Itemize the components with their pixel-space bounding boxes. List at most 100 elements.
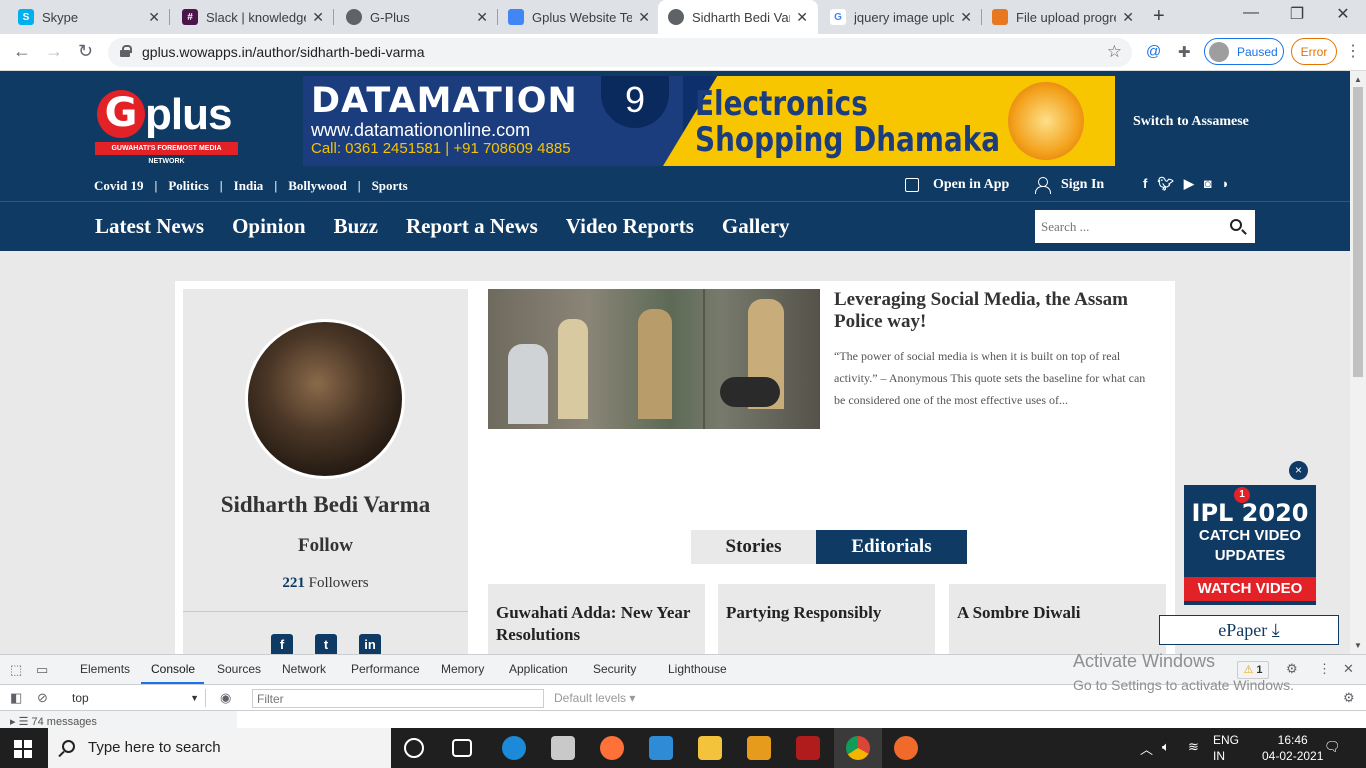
volume-icon[interactable]: 🔈︎ bbox=[1162, 739, 1170, 755]
story-card[interactable]: Partying Responsibly bbox=[718, 584, 935, 654]
system-clock[interactable]: 16:46 04-02-2021 bbox=[1262, 732, 1323, 764]
scrollbar-thumb[interactable] bbox=[1353, 87, 1363, 377]
error-button[interactable]: Error bbox=[1291, 38, 1337, 65]
taskbar-search[interactable]: Type here to search bbox=[48, 728, 391, 768]
devtools-tab-performance[interactable]: Performance bbox=[351, 662, 420, 676]
browser-tab-active[interactable]: Sidharth Bedi Varm ✕ bbox=[658, 0, 818, 34]
top-nav-india[interactable]: India bbox=[234, 178, 264, 194]
devtools-tab-security[interactable]: Security bbox=[593, 662, 636, 676]
devtools-tab-memory[interactable]: Memory bbox=[441, 662, 484, 676]
close-tab-icon[interactable]: ✕ bbox=[148, 9, 160, 26]
input-language[interactable]: ENG IN bbox=[1213, 732, 1239, 764]
sign-in-link[interactable]: Sign In bbox=[1035, 177, 1104, 194]
close-window-icon[interactable]: ✕ bbox=[1320, 4, 1366, 24]
new-tab-icon[interactable]: + bbox=[1153, 5, 1165, 28]
nav-opinion[interactable]: Opinion bbox=[232, 214, 306, 239]
scroll-up-icon[interactable]: ▲ bbox=[1354, 75, 1362, 84]
search-icon[interactable] bbox=[1230, 219, 1242, 231]
rss-icon[interactable]: ◗ bbox=[1222, 176, 1230, 192]
bookmark-star-icon[interactable]: ☆ bbox=[1107, 42, 1122, 62]
tray-chevron-icon[interactable]: ︿ bbox=[1140, 739, 1153, 758]
close-tab-icon[interactable]: ✕ bbox=[796, 9, 808, 26]
inspect-icon[interactable]: ⬚ bbox=[10, 662, 22, 678]
twitter-icon[interactable]: t bbox=[315, 634, 337, 654]
eye-icon[interactable]: ◉ bbox=[220, 690, 231, 706]
nav-latest-news[interactable]: Latest News bbox=[95, 214, 204, 239]
chrome-taskbar-item[interactable] bbox=[834, 728, 882, 768]
sidebar-toggle-icon[interactable]: ◧ bbox=[10, 690, 22, 706]
browser-tab[interactable]: # Slack | knowledge ✕ bbox=[172, 0, 334, 34]
profile-button[interactable]: Paused bbox=[1204, 38, 1284, 65]
devtools-tab-sources[interactable]: Sources bbox=[217, 662, 261, 676]
instagram-icon[interactable]: ◙ bbox=[1204, 176, 1212, 192]
wifi-icon[interactable]: ≋ bbox=[1188, 739, 1199, 755]
devtools-tab-network[interactable]: Network bbox=[282, 662, 326, 676]
filezilla-icon[interactable] bbox=[796, 736, 820, 760]
close-devtools-icon[interactable]: ✕ bbox=[1343, 661, 1354, 677]
top-nav-covid[interactable]: Covid 19 bbox=[94, 178, 143, 194]
tab-stories[interactable]: Stories bbox=[691, 530, 816, 564]
top-nav-bollywood[interactable]: Bollywood bbox=[288, 178, 347, 194]
search-input[interactable] bbox=[1035, 210, 1220, 243]
sublime-text-icon[interactable] bbox=[747, 736, 771, 760]
open-in-app-link[interactable]: Open in App bbox=[905, 177, 1009, 193]
nav-video-reports[interactable]: Video Reports bbox=[566, 214, 694, 239]
address-bar[interactable]: gplus.wowapps.in/author/sidharth-bedi-va… bbox=[108, 38, 1132, 67]
devtools-tab-application[interactable]: Application bbox=[509, 662, 568, 676]
close-ad-icon[interactable]: × bbox=[1289, 461, 1308, 480]
postman-icon[interactable] bbox=[894, 736, 918, 760]
firefox-icon[interactable] bbox=[600, 736, 624, 760]
edge-icon[interactable] bbox=[502, 736, 526, 760]
cortana-icon[interactable] bbox=[404, 738, 424, 758]
windows-start-icon[interactable] bbox=[14, 740, 32, 758]
youtube-icon[interactable]: ▶ bbox=[1184, 176, 1194, 192]
close-tab-icon[interactable]: ✕ bbox=[638, 9, 650, 26]
browser-tab[interactable]: G jquery image uplo ✕ bbox=[820, 0, 982, 34]
minimize-icon[interactable]: — bbox=[1228, 4, 1274, 22]
twitter-icon[interactable]: 🐦︎ bbox=[1157, 176, 1174, 192]
close-tab-icon[interactable]: ✕ bbox=[476, 9, 488, 26]
url-text[interactable]: gplus.wowapps.in/author/sidharth-bedi-va… bbox=[142, 44, 424, 60]
forward-icon[interactable]: → bbox=[45, 41, 63, 62]
log-levels-dropdown[interactable]: Default levels ▾ bbox=[554, 691, 635, 705]
epaper-button[interactable]: ePaper ⤓ bbox=[1159, 615, 1339, 645]
close-tab-icon[interactable]: ✕ bbox=[960, 9, 972, 26]
restore-icon[interactable]: ❐ bbox=[1274, 4, 1320, 24]
watch-video-button[interactable]: WATCH VIDEO bbox=[1184, 577, 1316, 601]
site-logo[interactable]: G plus GUWAHATI'S FOREMOST MEDIA NETWORK bbox=[95, 86, 238, 165]
kebab-menu-icon[interactable]: ⋮ bbox=[1345, 41, 1361, 61]
browser-tab[interactable]: File upload progre ✕ bbox=[982, 0, 1144, 34]
console-filter-input[interactable] bbox=[252, 689, 544, 708]
close-tab-icon[interactable]: ✕ bbox=[312, 9, 324, 26]
tab-editorials[interactable]: Editorials bbox=[816, 530, 967, 564]
featured-article-image[interactable] bbox=[488, 289, 820, 429]
extension-icon[interactable]: @ bbox=[1146, 43, 1161, 60]
settings-gear-icon[interactable]: ⚙ bbox=[1286, 661, 1298, 677]
nav-gallery[interactable]: Gallery bbox=[722, 214, 790, 239]
devtools-tab-console[interactable]: Console bbox=[151, 662, 195, 676]
file-explorer-icon[interactable] bbox=[698, 736, 722, 760]
top-nav-sports[interactable]: Sports bbox=[372, 178, 408, 194]
messages-summary[interactable]: ▸ ☰ 74 messages bbox=[0, 711, 237, 729]
device-toolbar-icon[interactable]: ▭ bbox=[36, 662, 48, 678]
ipl-ad[interactable]: 1 IPL 2020 CATCH VIDEO UPDATES WATCH VID… bbox=[1184, 485, 1316, 605]
featured-article-title[interactable]: Leveraging Social Media, the Assam Polic… bbox=[834, 289, 1169, 333]
devtools-tab-lighthouse[interactable]: Lighthouse bbox=[668, 662, 727, 676]
browser-tab[interactable]: Gplus Website Tes ✕ bbox=[498, 0, 660, 34]
story-card[interactable]: Guwahati Adda: New Year Resolutions bbox=[488, 584, 705, 654]
reload-icon[interactable]: ↻ bbox=[78, 41, 93, 62]
clear-console-icon[interactable]: ⊘ bbox=[37, 690, 48, 706]
advertisement-banner[interactable]: DATAMATION www.datamationonline.com Call… bbox=[303, 76, 1115, 166]
back-icon[interactable]: ← bbox=[13, 41, 31, 62]
page-scrollbar[interactable]: ▲ ▼ bbox=[1350, 71, 1366, 654]
linkedin-icon[interactable]: in bbox=[359, 634, 381, 654]
top-nav-politics[interactable]: Politics bbox=[168, 178, 208, 194]
facebook-icon[interactable]: f bbox=[271, 634, 293, 654]
devtools-menu-icon[interactable]: ⋮ bbox=[1318, 661, 1331, 677]
follow-button[interactable]: Follow bbox=[183, 535, 468, 557]
devtools-tab-elements[interactable]: Elements bbox=[80, 662, 130, 676]
store-icon[interactable] bbox=[551, 736, 575, 760]
scroll-down-icon[interactable]: ▼ bbox=[1354, 641, 1362, 650]
console-settings-icon[interactable]: ⚙ bbox=[1343, 690, 1355, 706]
task-view-icon[interactable] bbox=[452, 739, 472, 757]
